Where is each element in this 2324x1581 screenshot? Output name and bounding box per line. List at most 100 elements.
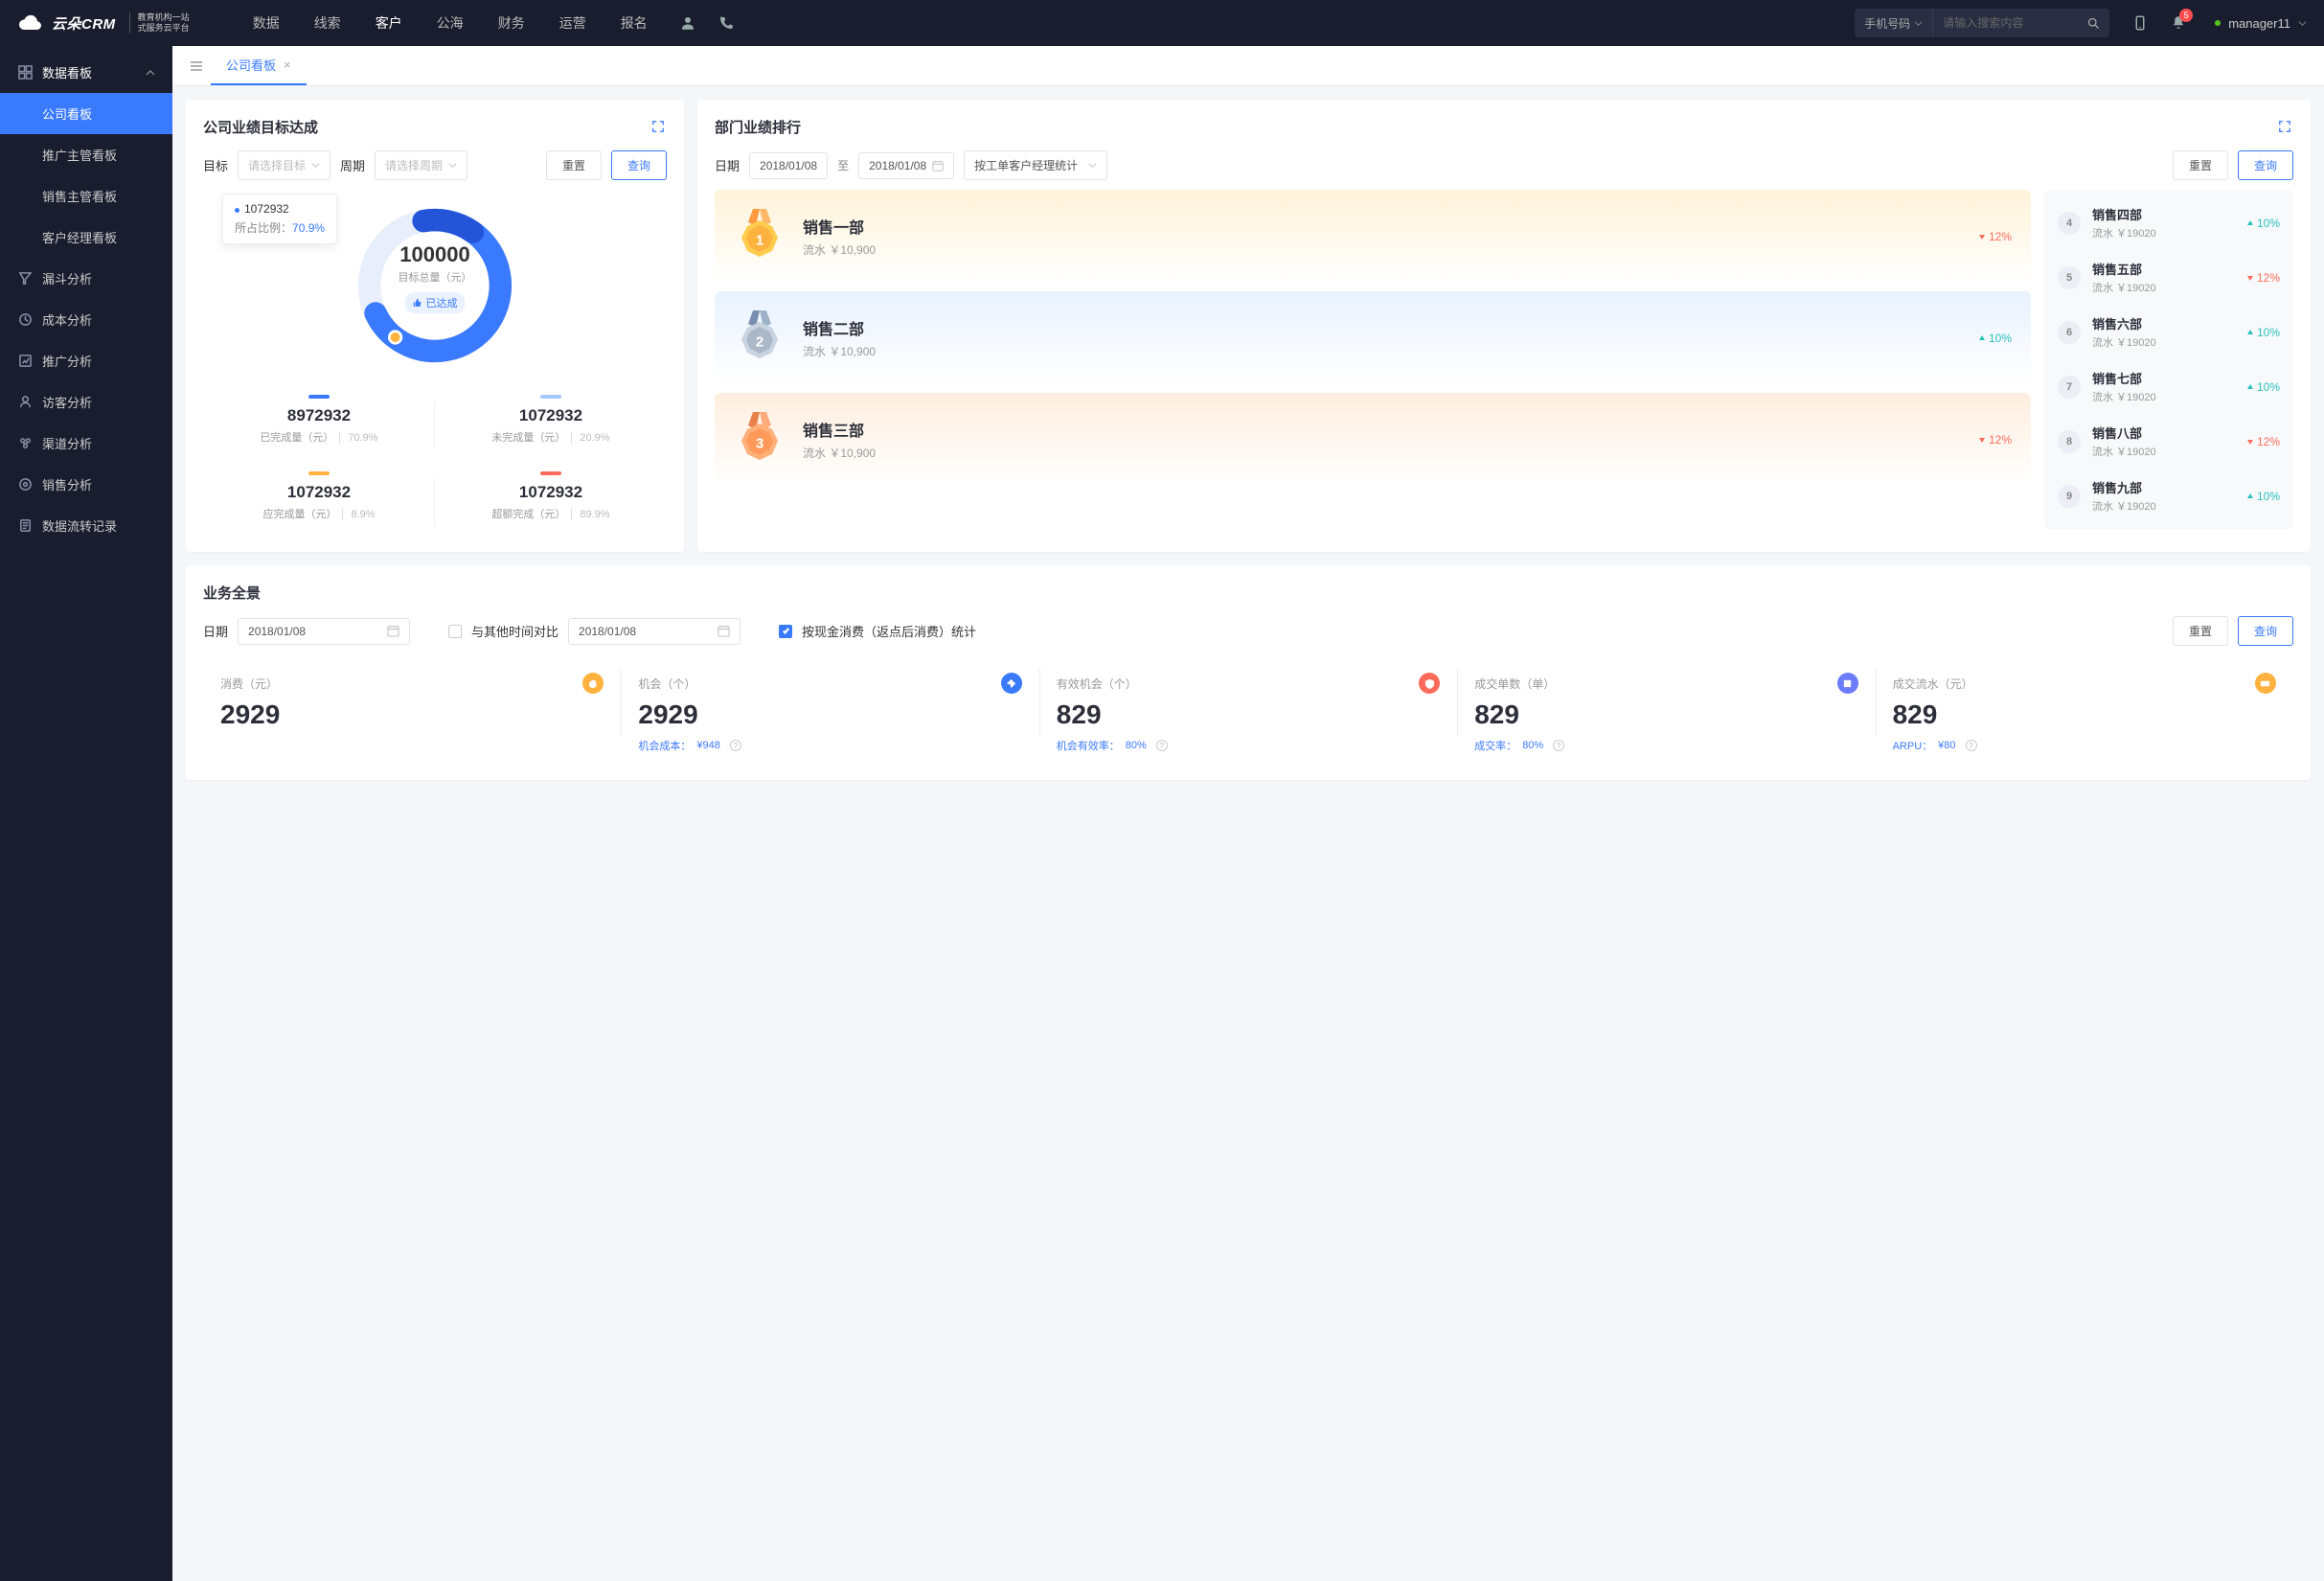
trend-indicator: 10% [2246,380,2280,394]
label-period: 周期 [340,156,365,174]
rank-row: 9销售九部流水 ￥1902010% [2044,469,2293,523]
sidebar-subitem[interactable]: 推广主管看板 [0,134,172,175]
date-input-2[interactable]: 2018/01/08 [568,618,740,645]
stat-cell: 1072932超额完成（元）89.9% [435,458,667,535]
expand-icon[interactable] [2278,120,2293,135]
label-date: 日期 [715,156,740,174]
reset-button[interactable]: 重置 [2173,150,2228,180]
date-from[interactable]: 2018/01/08 [749,152,828,179]
rank-row: 5销售五部流水 ￥1902012% [2044,250,2293,305]
select-period[interactable]: 请选择周期 [375,150,467,180]
trend-indicator: 10% [2246,217,2280,230]
topnav-item[interactable]: 公海 [420,0,481,46]
panel-title: 公司业绩目标达成 [203,117,318,137]
menu-icon [17,395,33,410]
topnav-item[interactable]: 运营 [542,0,604,46]
donut-center-label: 目标总量（元） [399,269,472,285]
rank-card: 2销售二部流水 ￥10,90010% [715,291,2031,383]
chevron-down-icon [2298,19,2307,28]
panel-goal-achievement: 公司业绩目标达成 目标 请选择目标 周期 请选择周期 重置 [186,100,684,552]
topnav-item[interactable]: 线索 [297,0,358,46]
rank-number: 9 [2058,485,2081,508]
sidebar-item[interactable]: 漏斗分析 [0,258,172,299]
search-input[interactable] [1933,16,2077,30]
hamburger-icon[interactable] [182,50,211,85]
query-button[interactable]: 查询 [2238,150,2293,180]
rank-number: 6 [2058,321,2081,344]
search-type-select[interactable]: 手机号码 [1855,9,1933,37]
user-icon[interactable] [678,13,697,33]
select-stat-by[interactable]: 按工单客户经理统计 [964,150,1107,180]
panel-department-ranking: 部门业绩排行 日期 2018/01/08 至 2018/01/08 按工单客户经… [697,100,2311,552]
compare-checkbox[interactable] [448,625,462,638]
help-icon[interactable]: ? [1156,740,1168,751]
chevron-down-icon [448,161,457,170]
sidebar-group-header[interactable]: 数据看板 [0,52,172,93]
bell-icon[interactable]: 5 [2169,13,2188,33]
overview-cell: 机会（个）2929机会成本：¥948? [621,663,1038,763]
overview-cell: 有效机会（个）829机会有效率：80%? [1039,663,1457,763]
user-menu[interactable]: manager11 [2215,16,2307,31]
menu-icon [17,477,33,493]
rank-card: 3销售三部流水 ￥10,90012% [715,393,2031,485]
overview-sub: 机会成本：¥948? [638,738,1021,753]
tab-company-board[interactable]: 公司看板 × [211,46,307,85]
phone-icon[interactable] [717,13,736,33]
sidebar-item[interactable]: 销售分析 [0,464,172,505]
top-navigation: 数据线索客户公海财务运营报名 [236,0,665,46]
overview-value: 2929 [638,699,1021,730]
trend-indicator: 12% [2246,271,2280,285]
metric-icon [1419,673,1440,694]
sidebar-item[interactable]: 推广分析 [0,340,172,381]
help-icon[interactable]: ? [1553,740,1564,751]
date-input-1[interactable]: 2018/01/08 [238,618,410,645]
query-button[interactable]: 查询 [2238,616,2293,646]
topnav-item[interactable]: 数据 [236,0,297,46]
label-target: 目标 [203,156,228,174]
topnav-item[interactable]: 财务 [481,0,542,46]
sidebar-item[interactable]: 数据流转记录 [0,505,172,546]
rank-card: 1销售一部流水 ￥10,90012% [715,190,2031,282]
rank-row: 7销售七部流水 ￥1902010% [2044,359,2293,414]
sidebar-item[interactable]: 渠道分析 [0,423,172,464]
overview-value: 829 [1893,699,2276,730]
chart-tooltip: 1072932 所占比例：70.9% [222,194,337,244]
sidebar-item[interactable]: 访客分析 [0,381,172,423]
logo[interactable]: 云朵CRM 教育机构一站 式服务云平台 [17,12,199,34]
search-button[interactable] [2077,16,2109,31]
expand-icon[interactable] [651,120,667,135]
topnav-item[interactable]: 报名 [604,0,665,46]
panel-business-overview: 业务全景 日期 2018/01/08 与其他时间对比 2018/01/08 [186,565,2311,780]
close-icon[interactable]: × [284,57,291,72]
tab-label: 公司看板 [226,56,276,74]
select-target[interactable]: 请选择目标 [238,150,330,180]
rank-list: 4销售四部流水 ￥1902010%5销售五部流水 ￥1902012%6销售六部流… [2044,190,2293,529]
chevron-down-icon [311,161,320,170]
trend-indicator: 10% [2246,326,2280,339]
cash-checkbox[interactable] [779,625,792,638]
topnav-item[interactable]: 客户 [358,0,420,46]
stat-cell: 1072932应完成量（元）8.9% [203,458,435,535]
chevron-down-icon [1088,161,1097,170]
device-icon[interactable] [2130,13,2150,33]
sidebar-subitem[interactable]: 客户经理看板 [0,217,172,258]
rank-row: 8销售八部流水 ￥1902012% [2044,414,2293,469]
sidebar-subitem[interactable]: 销售主管看板 [0,175,172,217]
overview-sub: 机会有效率：80%? [1057,738,1440,753]
date-to[interactable]: 2018/01/08 [858,152,954,179]
help-icon[interactable]: ? [730,740,741,751]
reset-button[interactable]: 重置 [2173,616,2228,646]
tabs-bar: 公司看板 × [172,46,2324,86]
label-date: 日期 [203,622,228,640]
query-button[interactable]: 查询 [611,150,667,180]
reset-button[interactable]: 重置 [546,150,602,180]
help-icon[interactable]: ? [1966,740,1977,751]
trend-indicator: 10% [1978,332,2012,345]
rank-number: 4 [2058,212,2081,235]
rank-row: 6销售六部流水 ￥1902010% [2044,305,2293,359]
donut-center-value: 100000 [399,242,472,267]
chevron-down-icon [1914,19,1923,28]
sidebar-item[interactable]: 成本分析 [0,299,172,340]
sidebar-group-title: 数据看板 [42,63,92,81]
sidebar-subitem[interactable]: 公司看板 [0,93,172,134]
